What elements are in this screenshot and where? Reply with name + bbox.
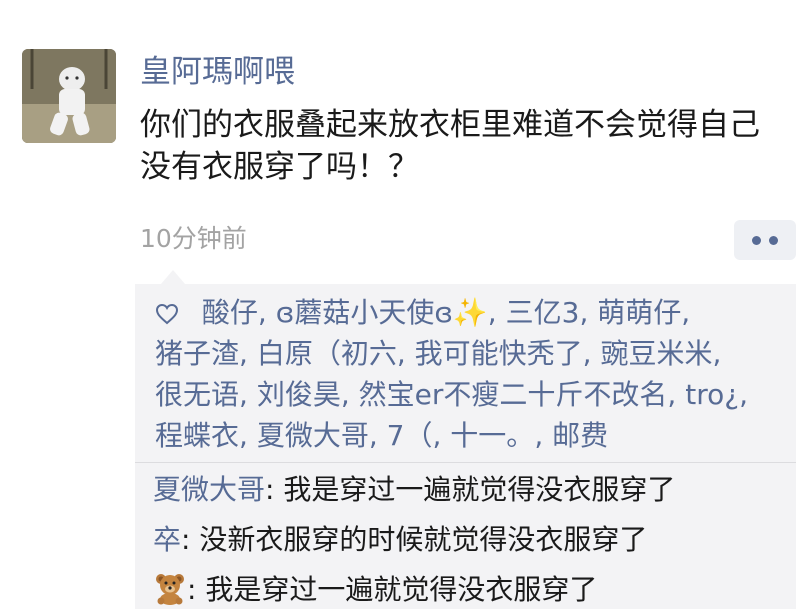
more-dot-icon [752, 235, 761, 245]
comment-separator: : [265, 473, 284, 506]
more-dot-icon [769, 235, 778, 245]
liker-name[interactable]: 邮费 [552, 419, 608, 452]
liker-name[interactable]: 7（ [387, 419, 433, 452]
liker-name[interactable]: 然宝er不瘦二十斤不改名 [359, 378, 668, 411]
likes-comments-panel: 酸仔, ɞ蘑菇小天使ɞ✨, 三亿3, 萌萌仔, 猪子渣, 白原（初六, 我可能快… [135, 270, 796, 609]
likes-list: 酸仔, ɞ蘑菇小天使ɞ✨, 三亿3, 萌萌仔, 猪子渣, 白原（初六, 我可能快… [155, 296, 748, 452]
comment-text: 没新衣服穿的时候就觉得没衣服穿了 [199, 523, 648, 556]
liker-name[interactable]: 十一。 [450, 419, 534, 452]
liker-name[interactable]: 我可能快秃了 [415, 337, 583, 370]
comment-separator: : [187, 573, 206, 606]
comment-author[interactable]: 夏微大哥 [153, 473, 265, 506]
liker-name[interactable]: tro¿ [685, 378, 739, 411]
liker-name[interactable]: 萌萌仔 [597, 296, 681, 329]
liker-name[interactable]: 刘俊昊 [257, 378, 341, 411]
comment-text: 我是穿过一遍就觉得没衣服穿了 [205, 573, 598, 606]
liker-name[interactable]: 程蝶衣 [155, 419, 239, 452]
liker-name[interactable]: 白原（初六 [257, 337, 397, 370]
comment-text: 我是穿过一遍就觉得没衣服穿了 [283, 473, 676, 506]
liker-name[interactable]: 豌豆米米 [600, 337, 712, 370]
liker-name[interactable]: 夏微大哥 [257, 419, 369, 452]
comment-separator: : [181, 523, 200, 556]
liker-name[interactable]: 很无语 [155, 378, 239, 411]
heart-icon [155, 303, 179, 325]
liker-name[interactable]: 猪子渣 [155, 337, 239, 370]
teddy-bear-icon [156, 574, 184, 605]
comments-list: 夏微大哥: 我是穿过一遍就觉得没衣服穿了 卒: 没新衣服穿的时候就觉得没衣服穿了:… [135, 463, 796, 609]
comment-item[interactable]: 夏微大哥: 我是穿过一遍就觉得没衣服穿了 [153, 465, 784, 515]
comment-author[interactable] [153, 573, 187, 606]
post-content: 你们的衣服叠起来放衣柜里难道不会觉得自己没有衣服穿了吗！？ [140, 107, 760, 185]
comment-item[interactable]: : 我是穿过一遍就觉得没衣服穿了 [153, 565, 784, 609]
comment-item[interactable]: 卒: 没新衣服穿的时候就觉得没衣服穿了 [153, 515, 784, 565]
post-time: 10分钟前 [140, 224, 247, 253]
avatar-image [22, 49, 116, 143]
moment-post: 皇阿瑪啊喂 你们的衣服叠起来放衣柜里难道不会觉得自己没有衣服穿了吗！？ 10分钟… [0, 0, 796, 609]
post-author-name[interactable]: 皇阿瑪啊喂 [140, 52, 295, 92]
more-actions-button[interactable] [734, 220, 796, 260]
avatar[interactable] [22, 49, 116, 143]
liker-name[interactable]: 酸仔 [202, 296, 258, 329]
comment-author[interactable]: 卒 [153, 523, 181, 556]
liker-name[interactable]: 三亿3 [506, 296, 580, 329]
liker-name[interactable]: ɞ蘑菇小天使ɞ✨ [276, 296, 488, 329]
